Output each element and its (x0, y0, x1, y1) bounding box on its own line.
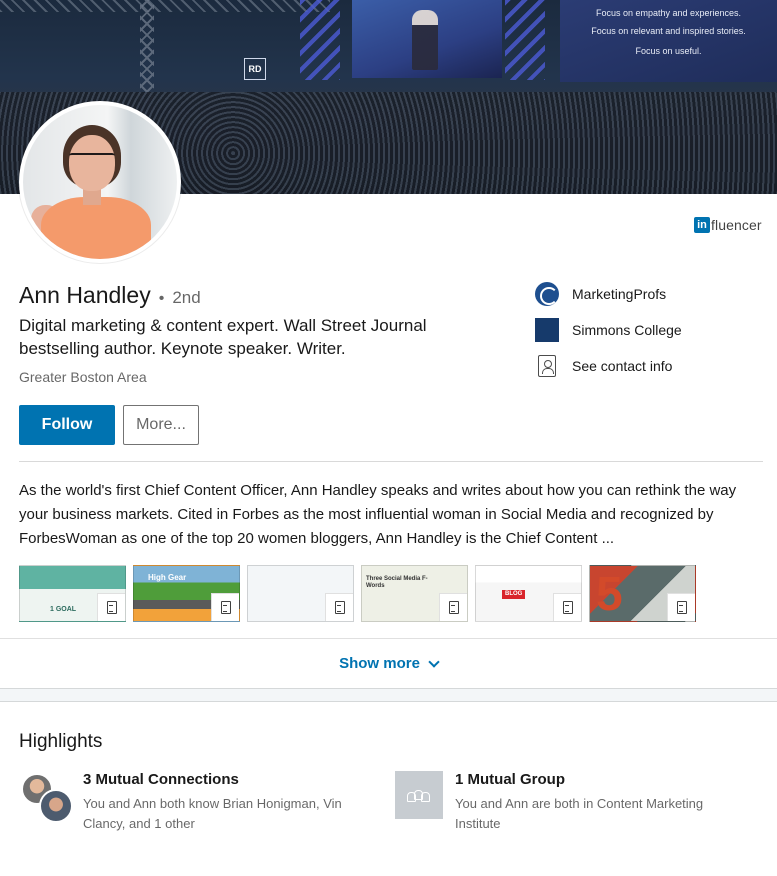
degree-separator: • (158, 290, 165, 307)
mutual-group-title: 1 Mutual Group (455, 771, 565, 788)
banner-screen-line: Focus on useful. (635, 46, 702, 56)
document-icon (439, 593, 467, 621)
contact-info-label: See contact info (572, 358, 673, 374)
show-more-label: Show more (339, 655, 420, 672)
profile-info-list: MarketingProfs Simmons College See conta… (535, 282, 765, 390)
document-icon (667, 593, 695, 621)
profile-photo-image (23, 105, 177, 259)
document-icon (211, 593, 239, 621)
avatar-glasses (69, 153, 115, 163)
avatar-face (69, 135, 115, 191)
mutual-connections-avatars (19, 771, 75, 823)
show-more-bar: Show more (0, 638, 777, 688)
media-thumbnail[interactable]: BLOG (475, 565, 582, 622)
banner-truss (0, 0, 330, 12)
simmons-college-logo-icon (535, 318, 559, 342)
mutual-connections-title: 3 Mutual Connections (83, 771, 239, 788)
media-caption: High Gear (148, 573, 187, 582)
media-thumbnail[interactable] (247, 565, 354, 622)
media-thumbnail[interactable]: High Gear (133, 565, 240, 622)
mutual-group-desc: You and Ann are both in Content Marketin… (455, 796, 704, 831)
chevron-down-icon (428, 655, 440, 668)
profile-summary[interactable]: As the world's first Chief Content Offic… (19, 479, 767, 551)
more-actions-button[interactable]: More... (123, 405, 199, 445)
media-caption: Three Social Media F-Words (366, 576, 428, 589)
banner-right-screen: Focus on empathy and experiences. Focus … (560, 0, 777, 82)
media-thumbnail[interactable]: 5 (589, 565, 696, 622)
media-thumbnail[interactable]: 1 GOAL (19, 565, 126, 622)
media-thumbnails: 1 GOAL High Gear Three Social Media F-Wo… (19, 565, 696, 622)
education-label: Simmons College (572, 322, 682, 338)
banner-screen-line: Focus on relevant and inspired stories. (591, 26, 746, 36)
mutual-connections-desc: You and Ann both know Brian Honigman, Vi… (83, 796, 342, 831)
influencer-text: fluencer (711, 217, 762, 233)
connection-degree: 2nd (172, 288, 201, 307)
banner-rd-logo: RD (244, 58, 266, 80)
document-icon (97, 593, 125, 621)
document-icon (553, 593, 581, 621)
current-company-link[interactable]: MarketingProfs (535, 282, 765, 306)
document-icon (325, 593, 353, 621)
show-more-button[interactable]: Show more (339, 655, 440, 672)
highlights-title: Highlights (19, 731, 103, 752)
influencer-badge[interactable]: in fluencer (694, 216, 762, 234)
marketingprofs-logo-icon (535, 282, 559, 306)
profile-name: Ann Handley (19, 282, 151, 308)
banner-center-screen (352, 0, 502, 78)
banner-chevron-decoration (300, 0, 340, 80)
mutual-connections-card[interactable]: 3 Mutual Connections You and Ann both kn… (19, 771, 379, 834)
contact-info-link[interactable]: See contact info (535, 354, 765, 378)
mutual-group-card[interactable]: 1 Mutual Group You and Ann are both in C… (395, 771, 755, 834)
contact-card-icon (535, 354, 559, 378)
banner-screen-line: Focus on empathy and experiences. (595, 8, 742, 18)
current-company-label: MarketingProfs (572, 286, 667, 302)
profile-location: Greater Boston Area (19, 369, 147, 385)
group-icon (395, 771, 443, 819)
media-caption: 5 (596, 568, 623, 621)
linkedin-in-icon: in (694, 217, 710, 233)
divider (19, 461, 763, 462)
media-caption: BLOG (502, 590, 526, 599)
avatar (39, 789, 73, 823)
banner-chevron-decoration (505, 0, 545, 80)
follow-button[interactable]: Follow (19, 405, 115, 445)
section-separator (0, 688, 777, 702)
media-thumbnail[interactable]: Three Social Media F-Words (361, 565, 468, 622)
avatar-shirt (41, 197, 151, 259)
profile-photo[interactable] (19, 101, 181, 263)
banner-speaker (412, 10, 438, 70)
name-row: Ann Handley • 2nd (19, 282, 201, 309)
education-link[interactable]: Simmons College (535, 318, 765, 342)
profile-headline: Digital marketing & content expert. Wall… (19, 316, 427, 358)
